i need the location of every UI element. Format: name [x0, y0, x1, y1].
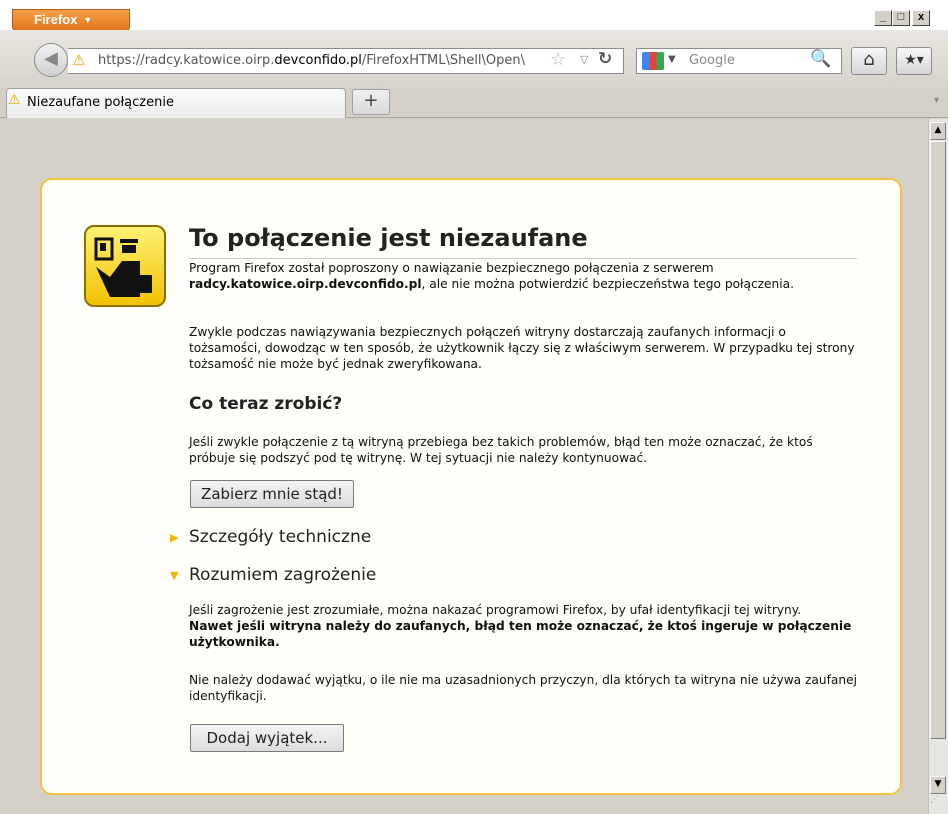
- bookmarks-icon: ★▾: [904, 52, 924, 68]
- intro-text-end: , ale nie można potwierdzić bezpieczeńst…: [421, 277, 795, 291]
- close-button[interactable]: x: [912, 10, 930, 26]
- home-icon: ⌂: [863, 49, 875, 70]
- host-name: radcy.katowice.oirp.devconfido.pl: [189, 277, 422, 291]
- collapse-arrow-icon[interactable]: ▼: [170, 569, 178, 582]
- expand-arrow-icon[interactable]: ▶: [170, 531, 178, 544]
- tab-untrusted-connection[interactable]: Niezaufane połączenie: [6, 88, 346, 118]
- exception-paragraph: Nie należy dodawać wyjątku, o ile nie ma…: [189, 673, 857, 703]
- risks-paragraph: Jeśli zagrożenie jest zrozumiałe, można …: [189, 602, 859, 650]
- scroll-down-icon[interactable]: ▼: [930, 776, 946, 794]
- search-icon[interactable]: 🔍: [810, 49, 831, 69]
- firefox-menu-label: Firefox: [34, 12, 78, 27]
- advice-paragraph: Jeśli zwykle połączenie z tą witryną prz…: [189, 435, 813, 465]
- resize-grip-icon[interactable]: ⋰: [930, 796, 946, 812]
- scroll-up-icon[interactable]: ▲: [930, 122, 946, 140]
- understand-risks-toggle[interactable]: Rozumiem zagrożenie: [189, 565, 376, 585]
- add-exception-button[interactable]: Dodaj wyjątek...: [190, 724, 344, 752]
- new-tab-button[interactable]: +: [352, 89, 390, 115]
- intro-paragraph: Program Firefox został poproszony o nawi…: [189, 260, 859, 292]
- explanation-paragraph: Zwykle podczas nawiązywania bezpiecznych…: [189, 325, 855, 371]
- maximize-button[interactable]: □: [892, 10, 910, 26]
- tab-label: Niezaufane połączenie: [27, 95, 174, 110]
- technical-details-toggle[interactable]: Szczegóły techniczne: [189, 527, 371, 547]
- get-me-out-button[interactable]: Zabierz mnie stąd!: [190, 480, 354, 508]
- back-button[interactable]: ◀: [34, 43, 68, 77]
- what-now-heading: Co teraz zrobić?: [189, 394, 343, 414]
- untrusted-connection-icon: [84, 225, 166, 307]
- firefox-menu-button[interactable]: Firefox ▼: [12, 9, 130, 31]
- home-button[interactable]: ⌂: [851, 47, 887, 75]
- url-bar[interactable]: https://radcy.katowice.oirp.devconfido.p…: [68, 48, 624, 74]
- intro-text: Program Firefox został poproszony o nawi…: [189, 261, 714, 275]
- url-suffix: /FirefoxHTML\Shell\Open\: [361, 53, 526, 68]
- reload-icon[interactable]: ↻: [598, 49, 612, 69]
- scrollbar-thumb[interactable]: [930, 141, 946, 739]
- url-history-dropdown-icon[interactable]: ▽: [580, 53, 588, 66]
- browser-window: Firefox ▼ _ □ x https://radcy.katowice.oi…: [0, 0, 948, 814]
- site-warning-icon[interactable]: ⚠: [72, 51, 85, 69]
- url-domain: devconfido.pl: [274, 53, 362, 68]
- url-prefix: https://radcy.katowice.oirp.: [98, 53, 275, 68]
- list-all-tabs-icon[interactable]: ▾: [934, 95, 939, 106]
- chevron-down-icon: ▼: [83, 15, 93, 25]
- risks-warning: Nawet jeśli witryna należy do zaufanych,…: [189, 619, 852, 649]
- bookmarks-button[interactable]: ★▾: [896, 47, 932, 75]
- warning-icon: ⚠: [8, 92, 21, 108]
- minimize-button[interactable]: _: [874, 10, 892, 26]
- page-title: To połączenie jest niezaufane: [189, 224, 857, 259]
- bookmark-star-icon[interactable]: ☆: [550, 49, 566, 70]
- back-arrow-icon: ◀: [44, 48, 58, 69]
- search-engine-icon[interactable]: [642, 52, 664, 70]
- risks-text: Jeśli zagrożenie jest zrozumiałe, można …: [189, 603, 802, 617]
- title-bar: [0, 0, 948, 30]
- search-engine-dropdown-icon[interactable]: ▼: [668, 54, 676, 65]
